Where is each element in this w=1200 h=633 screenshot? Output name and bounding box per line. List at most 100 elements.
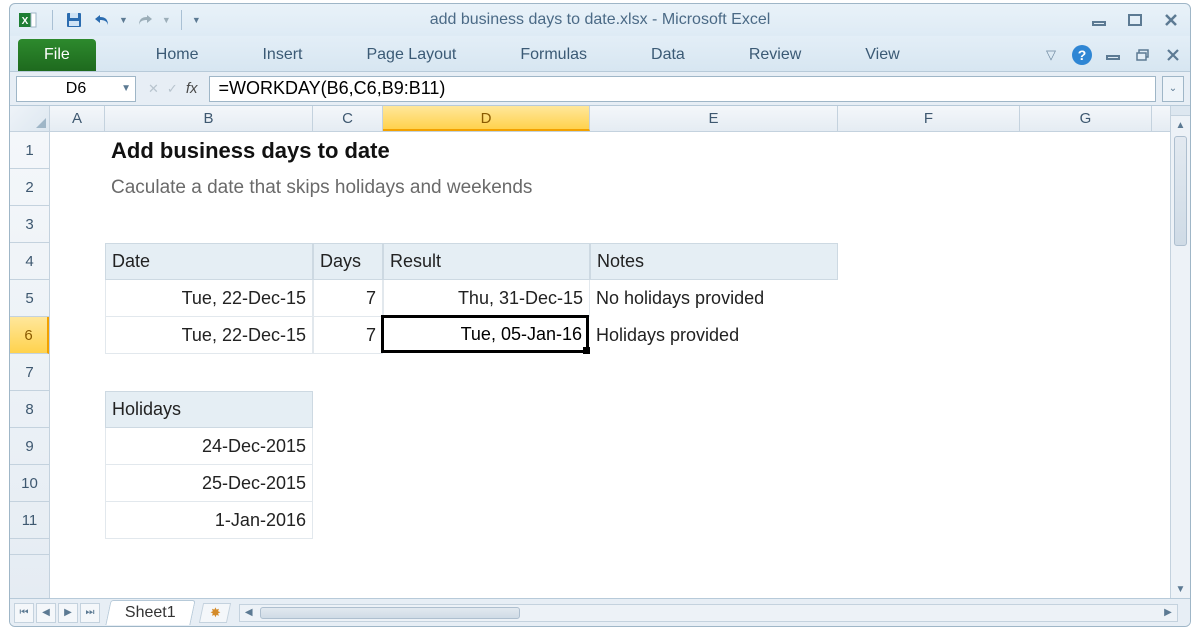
tab-review[interactable]: Review: [739, 39, 811, 71]
active-cell[interactable]: Tue, 05-Jan-16: [381, 315, 589, 353]
qat-customize-icon[interactable]: ▼: [192, 15, 201, 25]
row-header-7[interactable]: 7: [10, 354, 49, 391]
new-sheet-button[interactable]: ✸: [199, 603, 231, 623]
cell-E6[interactable]: Holidays provided: [590, 317, 838, 354]
titlebar: X ▼ ▼ ▼ add business days to date.xlsx -…: [10, 4, 1190, 36]
row-header-5[interactable]: 5: [10, 280, 49, 317]
row-header-2[interactable]: 2: [10, 169, 49, 206]
tab-view[interactable]: View: [855, 39, 909, 71]
vertical-scroll-thumb[interactable]: [1174, 136, 1187, 246]
excel-app-icon: X: [18, 10, 38, 30]
cancel-formula-icon[interactable]: ✕: [148, 81, 159, 97]
fill-handle[interactable]: [583, 347, 590, 354]
column-header-C[interactable]: C: [313, 106, 383, 131]
column-header-F[interactable]: F: [838, 106, 1020, 131]
column-headers: ABCDEFG: [10, 106, 1190, 132]
sheet-nav-last[interactable]: ⏭: [80, 603, 100, 623]
accept-formula-icon[interactable]: ✓: [167, 81, 178, 97]
redo-button[interactable]: [134, 9, 156, 31]
sheet-tab-sheet1[interactable]: Sheet1: [105, 600, 195, 625]
cell-B9[interactable]: 24-Dec-2015: [105, 428, 313, 465]
ribbon-minimize-chevron-icon[interactable]: ▽: [1042, 46, 1060, 64]
column-header-A[interactable]: A: [50, 106, 105, 131]
row-header-9[interactable]: 9: [10, 428, 49, 465]
undo-dropdown-icon[interactable]: ▼: [119, 15, 128, 25]
row-headers: 1234567891011: [10, 132, 50, 598]
cell-E4[interactable]: Notes: [590, 243, 838, 280]
new-sheet-icon: ✸: [209, 605, 220, 621]
row-header-6[interactable]: 6: [10, 317, 49, 354]
split-box[interactable]: [1171, 106, 1191, 116]
scroll-up-icon[interactable]: ▲: [1171, 116, 1190, 134]
cell-D5[interactable]: Thu, 31-Dec-15: [383, 280, 590, 317]
save-button[interactable]: [63, 9, 85, 31]
formula-bar: D6 ▼ ✕ ✓ fx =WORKDAY(B6,C6,B9:B11) ⌄: [10, 72, 1190, 106]
redo-dropdown-icon[interactable]: ▼: [162, 15, 171, 25]
close-button[interactable]: [1160, 11, 1182, 29]
cell-B10[interactable]: 25-Dec-2015: [105, 465, 313, 502]
cell-E5[interactable]: No holidays provided: [590, 280, 838, 317]
tab-home[interactable]: Home: [146, 39, 209, 71]
row-header-11[interactable]: 11: [10, 502, 49, 539]
sheet-nav-prev[interactable]: ◀: [36, 603, 56, 623]
workbook-close-icon[interactable]: [1164, 46, 1182, 64]
workbook-restore-icon[interactable]: [1134, 46, 1152, 64]
formula-text: =WORKDAY(B6,C6,B9:B11): [218, 78, 445, 99]
cell-D4[interactable]: Result: [383, 243, 590, 280]
worksheet-grid[interactable]: ABCDEFG 1234567891011 Add business days …: [10, 106, 1190, 598]
sheet-tab-bar: ⏮ ◀ ▶ ⏭ Sheet1 ✸ ◀ ▶: [10, 598, 1190, 626]
cell-C5[interactable]: 7: [313, 280, 383, 317]
scroll-left-icon[interactable]: ◀: [240, 605, 258, 621]
formula-buttons: ✕ ✓ fx: [142, 80, 203, 97]
tab-data[interactable]: Data: [641, 39, 695, 71]
cell-C6[interactable]: 7: [313, 317, 383, 354]
column-header-E[interactable]: E: [590, 106, 838, 131]
cell-B1[interactable]: Add business days to date: [105, 132, 838, 169]
tab-insert[interactable]: Insert: [252, 39, 312, 71]
column-header-G[interactable]: G: [1020, 106, 1152, 131]
sheet-tab-label: Sheet1: [125, 604, 176, 622]
name-box-dropdown-icon[interactable]: ▼: [121, 83, 131, 94]
ribbon-tabs: File Home Insert Page Layout Formulas Da…: [10, 36, 1190, 72]
tab-formulas[interactable]: Formulas: [510, 39, 597, 71]
cell-B8[interactable]: Holidays: [105, 391, 313, 428]
select-all-corner[interactable]: [10, 106, 50, 131]
cell-B6[interactable]: Tue, 22-Dec-15: [105, 317, 313, 354]
excel-window: X ▼ ▼ ▼ add business days to date.xlsx -…: [9, 3, 1191, 627]
horizontal-scrollbar[interactable]: ◀ ▶: [239, 604, 1178, 622]
row-header-12[interactable]: [10, 539, 49, 555]
quick-access-toolbar: ▼ ▼ ▼: [48, 9, 201, 31]
insert-function-button[interactable]: fx: [186, 80, 198, 97]
cell-B11[interactable]: 1-Jan-2016: [105, 502, 313, 539]
maximize-button[interactable]: [1124, 11, 1146, 29]
undo-button[interactable]: [91, 9, 113, 31]
file-tab[interactable]: File: [18, 39, 96, 71]
cell-B5[interactable]: Tue, 22-Dec-15: [105, 280, 313, 317]
formula-input[interactable]: =WORKDAY(B6,C6,B9:B11): [209, 76, 1156, 102]
cell-B2[interactable]: Caculate a date that skips holidays and …: [105, 169, 838, 206]
tab-page-layout[interactable]: Page Layout: [356, 39, 466, 71]
cells-area[interactable]: Add business days to dateCaculate a date…: [50, 132, 1190, 598]
minimize-button[interactable]: [1088, 11, 1110, 29]
column-header-B[interactable]: B: [105, 106, 313, 131]
name-box[interactable]: D6 ▼: [16, 76, 136, 102]
horizontal-scroll-thumb[interactable]: [260, 607, 520, 619]
scroll-down-icon[interactable]: ▼: [1171, 580, 1190, 598]
column-header-D[interactable]: D: [383, 106, 590, 131]
workbook-minimize-icon[interactable]: [1104, 46, 1122, 64]
scroll-right-icon[interactable]: ▶: [1159, 605, 1177, 621]
row-header-1[interactable]: 1: [10, 132, 49, 169]
name-box-value: D6: [66, 80, 86, 98]
sheet-nav-next[interactable]: ▶: [58, 603, 78, 623]
row-header-8[interactable]: 8: [10, 391, 49, 428]
expand-formula-bar-button[interactable]: ⌄: [1162, 76, 1184, 102]
svg-text:X: X: [22, 16, 29, 27]
sheet-nav-first[interactable]: ⏮: [14, 603, 34, 623]
cell-C4[interactable]: Days: [313, 243, 383, 280]
row-header-3[interactable]: 3: [10, 206, 49, 243]
row-header-10[interactable]: 10: [10, 465, 49, 502]
row-header-4[interactable]: 4: [10, 243, 49, 280]
help-button[interactable]: ?: [1072, 45, 1092, 65]
cell-B4[interactable]: Date: [105, 243, 313, 280]
vertical-scrollbar[interactable]: ▲ ▼: [1170, 106, 1190, 598]
